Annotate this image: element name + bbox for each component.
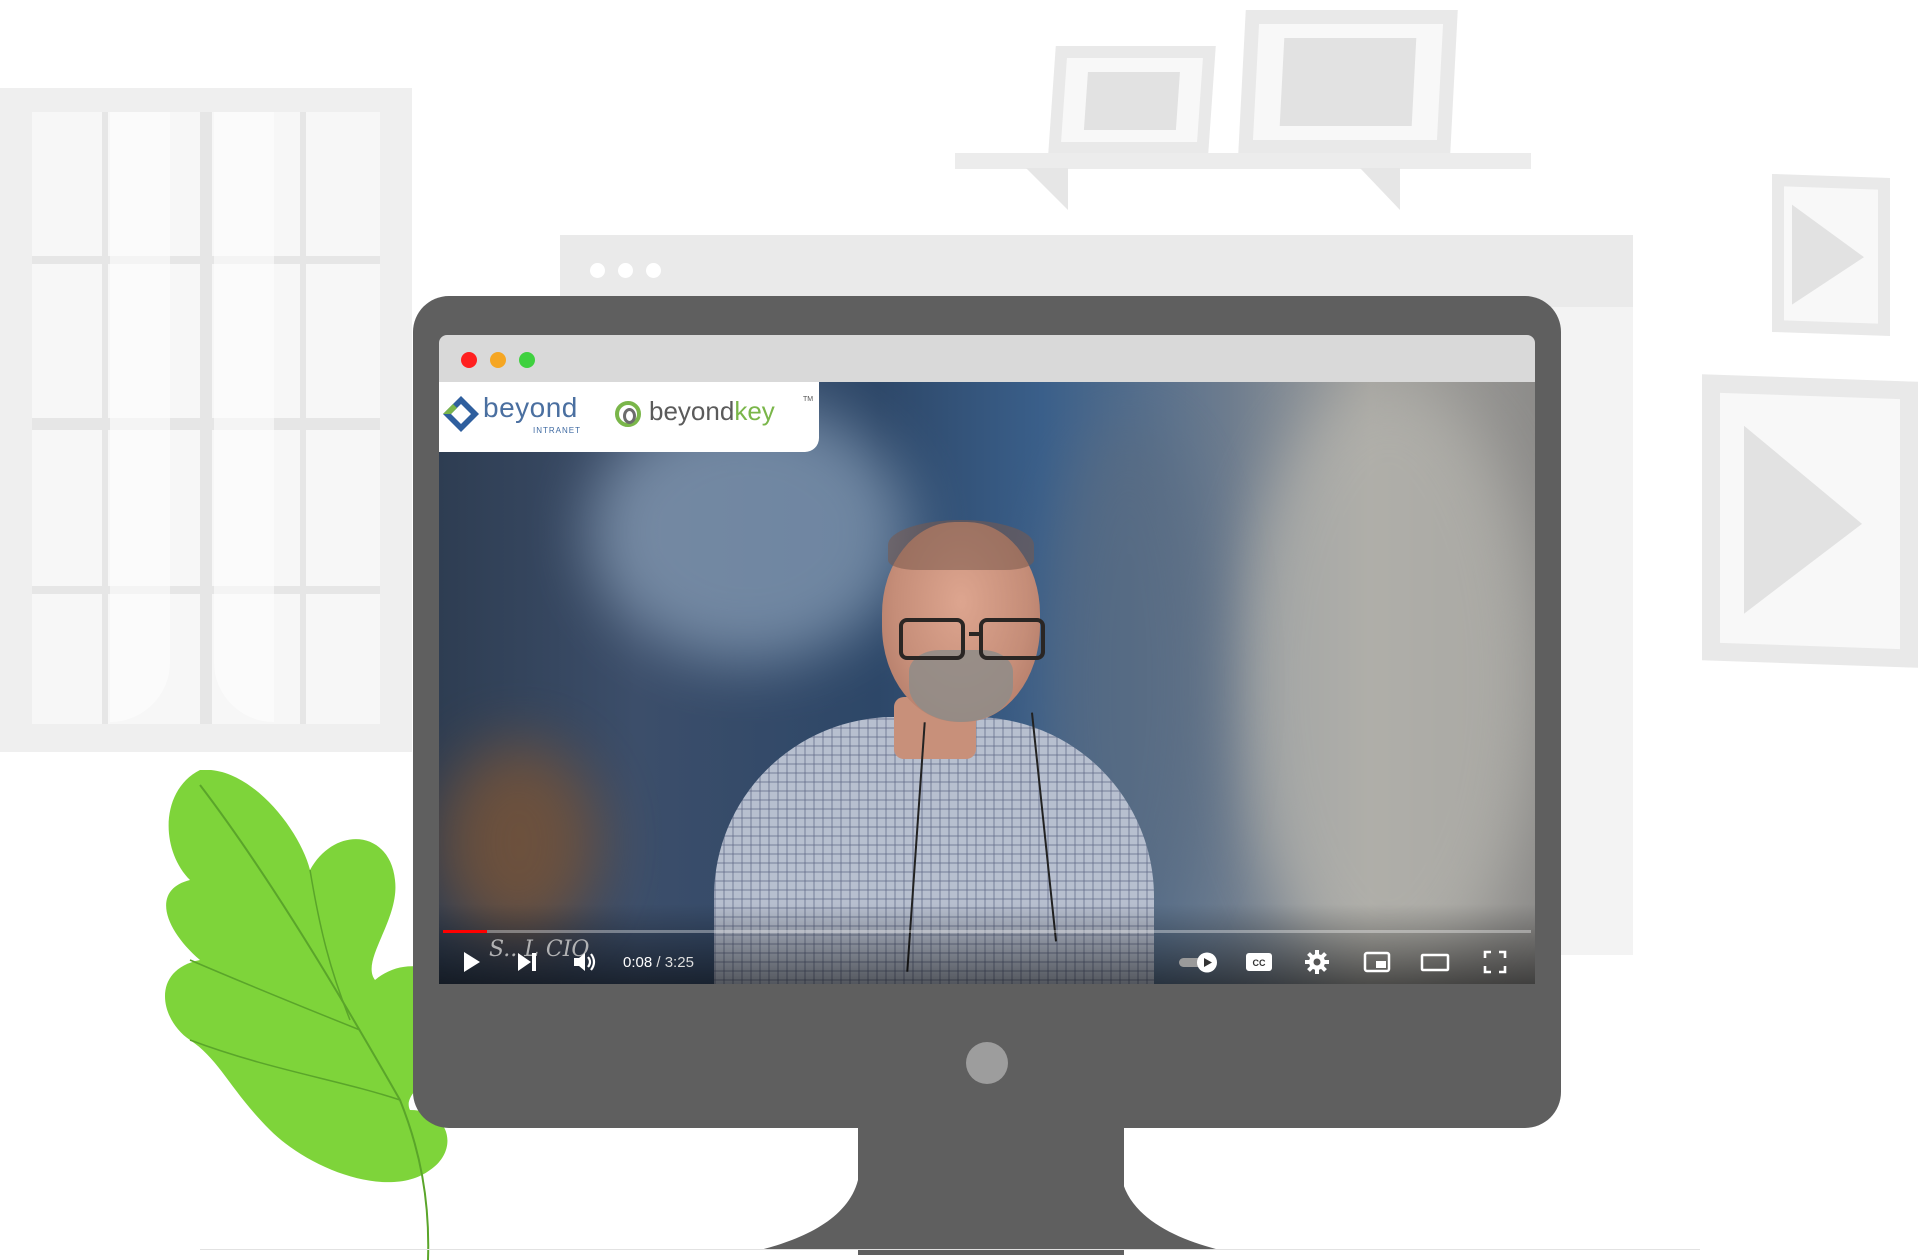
time-total: 3:25: [664, 954, 694, 971]
background-window: [0, 88, 412, 752]
brand-beyondkey-main: beyond: [649, 396, 735, 426]
next-button[interactable]: [509, 942, 545, 982]
trademark-mark: TM: [803, 396, 814, 403]
play-button[interactable]: [453, 942, 489, 982]
captions-icon: CC: [1246, 953, 1272, 971]
theater-mode-icon: [1420, 953, 1450, 972]
miniplayer-button[interactable]: [1357, 942, 1397, 982]
time-current: 0:08: [623, 954, 653, 971]
wall-frame-right-bottom: [1702, 374, 1918, 668]
video-player[interactable]: beyond INTRANET beyondkey TM S.. L CIO 0…: [439, 382, 1535, 984]
time-separator: /: [652, 954, 665, 971]
glasses-left: [899, 618, 965, 660]
progress-bar[interactable]: [443, 930, 1531, 933]
glasses-bridge: [969, 632, 983, 636]
brand-beyondkey: beyondkey: [649, 396, 775, 427]
play-icon: [464, 952, 480, 972]
cc-text: CC: [1253, 958, 1266, 968]
theater-mode-button[interactable]: [1415, 942, 1455, 982]
time-display: 0:08 / 3:25: [623, 954, 694, 971]
wall-shelf: [955, 153, 1531, 169]
maximize-dot[interactable]: [519, 352, 535, 368]
wall-frame-large: [1238, 10, 1458, 154]
volume-button[interactable]: [567, 942, 603, 982]
monitor-stand: [760, 1180, 1220, 1250]
minimize-dot[interactable]: [490, 352, 506, 368]
brand-beyondkey-accent: key: [734, 396, 775, 426]
wall-frame-small: [1048, 46, 1216, 154]
captions-button[interactable]: CC: [1239, 942, 1279, 982]
fullscreen-button[interactable]: [1475, 942, 1515, 982]
shelf-brackets: [1026, 168, 1400, 210]
close-dot[interactable]: [461, 352, 477, 368]
glasses-right: [979, 618, 1045, 660]
autoplay-toggle[interactable]: [1175, 942, 1223, 982]
browser-title-bar: [439, 335, 1535, 382]
presenter-hair: [888, 520, 1034, 570]
brand-logo-overlay: beyond INTRANET beyondkey TM: [439, 382, 819, 452]
fullscreen-icon: [1483, 950, 1507, 974]
progress-played: [443, 930, 487, 933]
brand-beyond: beyond: [483, 392, 578, 423]
autoplay-toggle-icon: [1179, 952, 1217, 973]
beyondkey-logo-icon: [615, 401, 641, 427]
brand-intranet: INTRANET: [533, 426, 581, 435]
volume-icon: [574, 953, 596, 971]
beyond-intranet-logo-icon: [443, 396, 479, 432]
miniplayer-icon: [1363, 951, 1391, 973]
power-button[interactable]: [966, 1042, 1008, 1084]
next-icon: [518, 953, 536, 971]
settings-button[interactable]: [1297, 942, 1337, 982]
wall-frame-right-top: [1772, 173, 1890, 337]
presenter-beard: [909, 650, 1013, 722]
gear-icon: [1305, 950, 1329, 974]
